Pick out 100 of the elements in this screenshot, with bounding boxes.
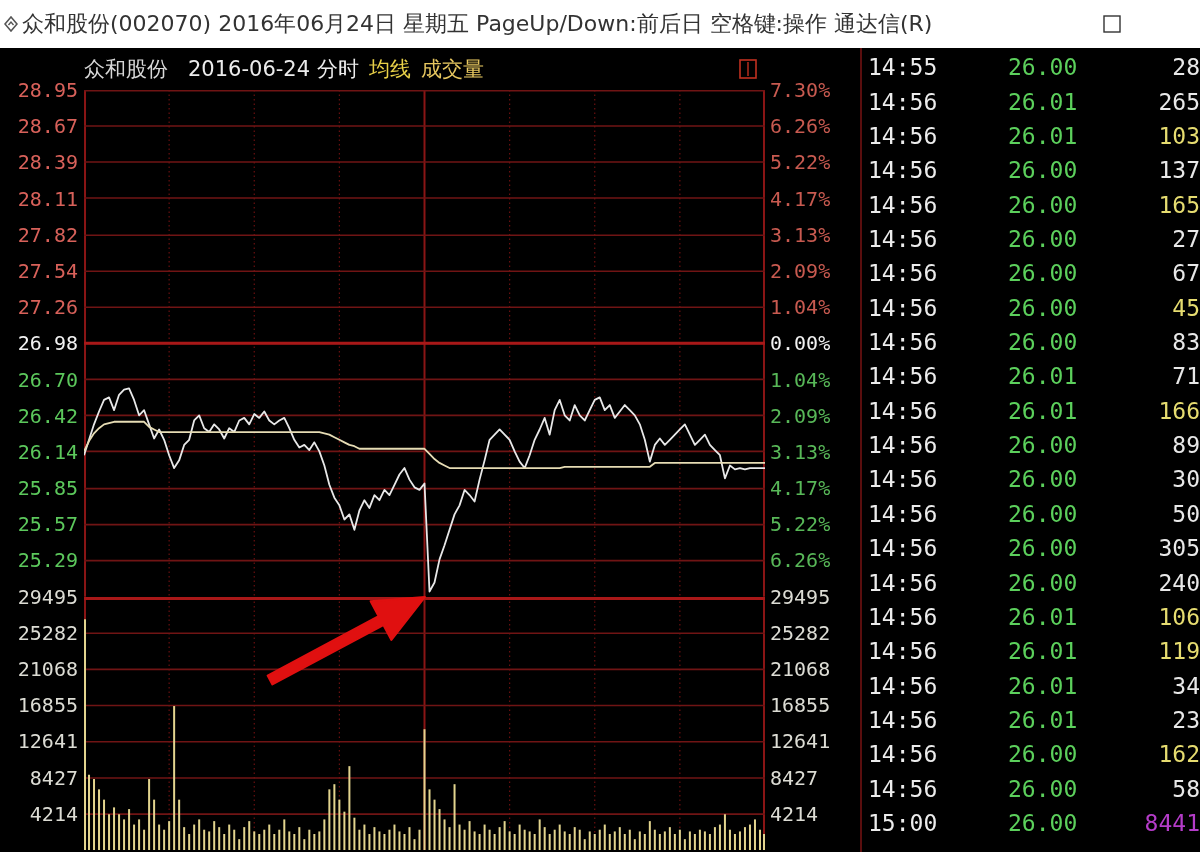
axis-label: 3.13% bbox=[770, 439, 831, 464]
volume-cell: 23 bbox=[1172, 707, 1200, 733]
volume-cell: 89 bbox=[1172, 432, 1200, 459]
volume-cell: 106 bbox=[1158, 603, 1200, 630]
axis-label: 21068 bbox=[17, 657, 78, 682]
axis-label: 0.00% bbox=[770, 331, 831, 356]
volume-cell: 137 bbox=[1158, 157, 1200, 184]
price-cell-text: 26.00 bbox=[1008, 810, 1079, 837]
axis-label: 21068 bbox=[770, 657, 831, 682]
volume-cell: 8441 bbox=[1144, 810, 1200, 837]
axis-label: 25282 bbox=[17, 620, 78, 645]
axis-label: 1.04% bbox=[770, 295, 831, 320]
axis-label: 7.30% bbox=[770, 78, 831, 102]
price-cell-text: 26.01 bbox=[1008, 122, 1079, 149]
time-cell-text: 14:56 bbox=[867, 432, 939, 459]
volume-cell: 265 bbox=[1158, 88, 1200, 115]
price-cell-text: 26.01 bbox=[1008, 638, 1079, 665]
time-cell-text: 14:56 bbox=[867, 466, 939, 493]
volume-cell: 34 bbox=[1172, 672, 1200, 699]
axis-label: 28.11 bbox=[17, 186, 78, 211]
time-cell-text: 14:56 bbox=[867, 260, 939, 287]
price-cell-text: 26.01 bbox=[1008, 88, 1079, 115]
axis-label: 8427 bbox=[770, 765, 819, 790]
price-cell-text: 26.00 bbox=[1008, 225, 1079, 252]
price-cell-text: 26.00 bbox=[1008, 54, 1079, 81]
axis-label: 26.98 bbox=[17, 331, 78, 356]
axis-label: 3.13% bbox=[770, 222, 831, 247]
price-cell-text: 26.00 bbox=[1008, 294, 1079, 321]
axis-label: 25.29 bbox=[17, 548, 78, 573]
price-cell-text: 26.00 bbox=[1008, 329, 1079, 356]
price-cell-text: 26.01 bbox=[1008, 603, 1079, 630]
volume-cell: 58 bbox=[1172, 775, 1200, 802]
time-cell-text: 14:56 bbox=[867, 775, 939, 802]
time-cell-text: 14:56 bbox=[867, 88, 939, 115]
price-cell-text: 26.00 bbox=[1008, 191, 1079, 218]
axis-label: 8427 bbox=[29, 765, 78, 790]
header-label: 均线 bbox=[368, 56, 411, 83]
volume-cell: 240 bbox=[1158, 569, 1200, 596]
price-cell-text: 26.00 bbox=[1008, 569, 1079, 596]
time-cell-text: 14:56 bbox=[867, 638, 939, 665]
time-cell-text: 14:56 bbox=[867, 672, 939, 699]
volume-cell: 30 bbox=[1172, 466, 1200, 493]
axis-label: 16855 bbox=[770, 693, 831, 718]
window-title: 众和股份(002070) 2016年06月24日 星期五 PageUp/Down:前后日 空格键:操作 通达信(R) bbox=[22, 10, 933, 38]
axis-label: 25.57 bbox=[17, 512, 78, 537]
price-cell-text: 26.00 bbox=[1008, 741, 1079, 768]
axis-label: 4214 bbox=[770, 801, 819, 826]
axis-label: 27.82 bbox=[17, 222, 78, 247]
price-cell-text: 26.01 bbox=[1008, 707, 1079, 733]
axis-label: 5.22% bbox=[770, 512, 831, 537]
axis-label: 4.17% bbox=[770, 476, 831, 501]
axis-label: 26.42 bbox=[17, 403, 78, 428]
axis-label: 5.22% bbox=[770, 150, 831, 175]
axis-label: 6.26% bbox=[770, 548, 831, 573]
header-label: 众和股份 bbox=[84, 56, 168, 83]
axis-label: 1.04% bbox=[770, 367, 831, 392]
axis-label: 4214 bbox=[29, 801, 78, 826]
header-label: 成交量 bbox=[420, 56, 484, 83]
axis-label: 16855 bbox=[17, 693, 78, 718]
time-cell-text: 14:55 bbox=[867, 54, 939, 81]
time-cell-text: 14:56 bbox=[867, 603, 939, 630]
axis-label: 6.26% bbox=[770, 114, 831, 139]
volume-cell: 103 bbox=[1158, 122, 1200, 149]
price-cell-text: 26.01 bbox=[1008, 363, 1079, 390]
price-cell-text: 26.00 bbox=[1008, 775, 1079, 802]
time-cell-text: 14:56 bbox=[867, 329, 939, 356]
volume-cell: 27 bbox=[1172, 225, 1200, 252]
axis-label: 28.95 bbox=[17, 78, 78, 102]
price-cell-text: 26.00 bbox=[1008, 157, 1079, 184]
axis-label: 27.26 bbox=[17, 295, 78, 320]
axis-label: 26.14 bbox=[17, 439, 78, 464]
volume-cell: 119 bbox=[1158, 638, 1200, 665]
time-cell-text: 14:56 bbox=[867, 569, 939, 596]
volume-cell: 162 bbox=[1158, 741, 1200, 768]
volume-cell: 166 bbox=[1158, 397, 1200, 424]
axis-label: 26.70 bbox=[17, 367, 78, 392]
axis-label: 28.39 bbox=[17, 150, 78, 175]
axis-label: 29495 bbox=[770, 584, 831, 609]
price-cell-text: 26.00 bbox=[1008, 500, 1079, 527]
time-cell-text: 15:00 bbox=[867, 810, 939, 837]
time-cell-text: 14:56 bbox=[867, 707, 939, 733]
axis-label: 29495 bbox=[17, 584, 78, 609]
volume-cell: 45 bbox=[1172, 294, 1200, 321]
time-cell-text: 14:56 bbox=[867, 294, 939, 321]
axis-label: 2.09% bbox=[770, 403, 831, 428]
volume-cell: 83 bbox=[1172, 329, 1200, 356]
volume-cell: 165 bbox=[1158, 191, 1200, 218]
axis-label: 27.54 bbox=[17, 258, 78, 283]
volume-cell: 28 bbox=[1172, 54, 1200, 81]
header-label: 2016-06-24 分时 bbox=[188, 56, 359, 83]
axis-label: 12641 bbox=[770, 729, 831, 754]
price-cell-text: 26.00 bbox=[1008, 535, 1079, 562]
price-cell-text: 26.00 bbox=[1008, 466, 1079, 493]
time-cell-text: 14:56 bbox=[867, 363, 939, 390]
axis-label: 25.85 bbox=[17, 476, 78, 501]
volume-cell: 305 bbox=[1158, 535, 1200, 562]
time-cell-text: 14:56 bbox=[867, 535, 939, 562]
price-cell-text: 26.00 bbox=[1008, 260, 1079, 287]
volume-cell: 50 bbox=[1172, 500, 1200, 527]
price-cell-text: 26.00 bbox=[1008, 432, 1079, 459]
